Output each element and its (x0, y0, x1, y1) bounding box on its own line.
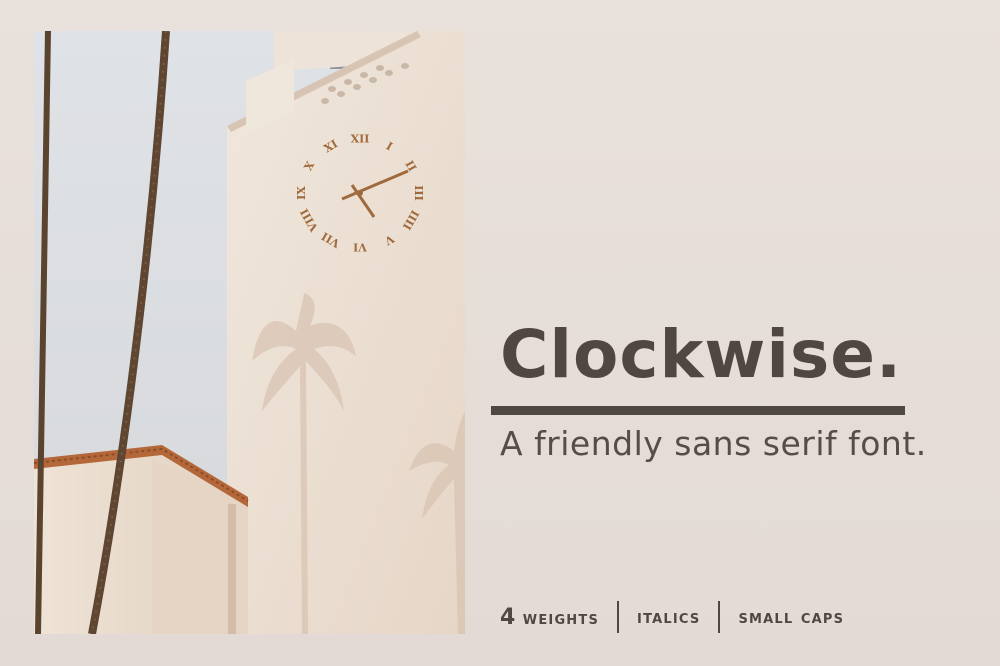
title-underline (491, 406, 905, 415)
feature-divider (718, 601, 721, 633)
building-illustration: XIIIIIIIIIIIIVVIVIIVIIIIXXXI (34, 31, 465, 634)
clock-numeral: VI (353, 240, 368, 253)
feature-list: 4 weights italics small caps (500, 600, 844, 634)
weights-count: 4 (500, 604, 516, 630)
clock-numeral: XII (351, 133, 370, 146)
clock-numeral: III (412, 185, 425, 200)
hero-photo: XII I II III IIII V VI VII VIII IX X XI (34, 31, 465, 634)
feature-divider (617, 601, 620, 633)
clock-numeral: IX (295, 186, 308, 200)
feature-italics: italics (637, 606, 701, 628)
feature-weights: 4 weights (500, 605, 599, 630)
font-title: Clockwise. (500, 316, 903, 393)
feature-small-caps: small caps (738, 606, 845, 628)
font-subtitle: A friendly sans serif font. (500, 424, 927, 463)
clock-hub (357, 190, 363, 196)
weights-label: weights (522, 607, 600, 629)
